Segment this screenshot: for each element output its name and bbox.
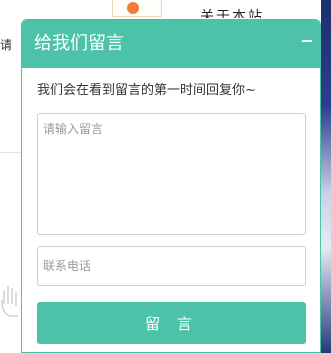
background-image <box>321 0 331 353</box>
message-input[interactable] <box>37 113 306 235</box>
page: 关于本站 请 给我们留言 我们会在看到留言的第一时间回复你~ 留 言 <box>0 0 331 353</box>
widget-title: 给我们留言 <box>34 33 124 54</box>
widget-body: 我们会在看到留言的第一时间回复你~ 留 言 <box>22 82 320 344</box>
minimize-icon[interactable] <box>302 40 312 42</box>
hand-icon <box>1 286 18 317</box>
background-heading: 关于本站 <box>200 9 264 18</box>
phone-input[interactable] <box>37 246 306 286</box>
message-widget: 给我们留言 我们会在看到留言的第一时间回复你~ 留 言 <box>21 19 321 353</box>
intro-text: 我们会在看到留言的第一时间回复你~ <box>37 83 256 98</box>
badge-icon <box>127 2 139 14</box>
submit-button[interactable]: 留 言 <box>37 302 306 344</box>
background-divider <box>0 152 22 153</box>
background-text: 请 <box>0 38 13 52</box>
widget-header: 给我们留言 <box>22 20 320 68</box>
